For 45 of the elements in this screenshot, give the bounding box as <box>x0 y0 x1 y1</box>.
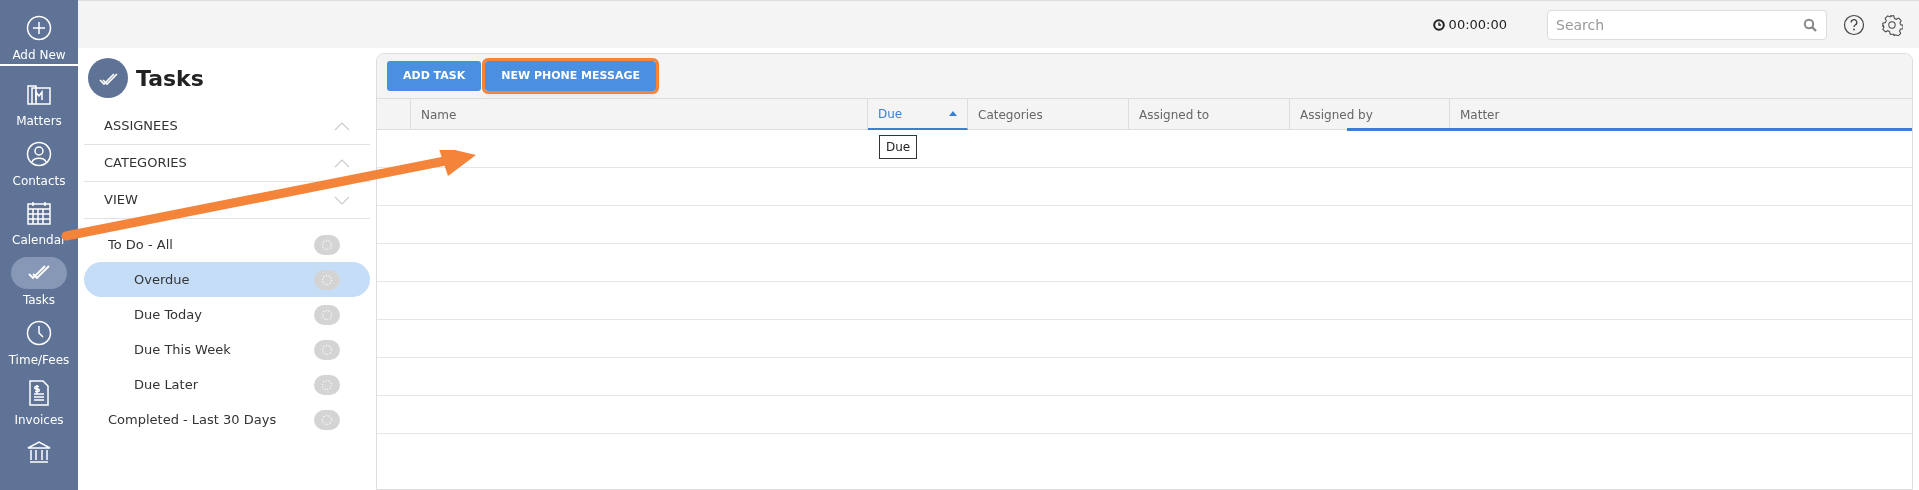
folder-icon <box>26 82 52 106</box>
bank-icon <box>26 440 52 465</box>
nav-item[interactable]: Matters <box>0 72 78 132</box>
column-header[interactable]: Due <box>868 99 968 130</box>
tooltip: Due <box>879 135 918 159</box>
section-header[interactable]: VIEW <box>104 190 138 210</box>
view-item[interactable]: Due Later <box>84 367 370 402</box>
clock-icon <box>26 319 52 346</box>
settings-icon[interactable] <box>1881 13 1903 36</box>
section-header[interactable]: ASSIGNEES <box>104 116 178 136</box>
page-title: Tasks <box>136 64 204 93</box>
calendar-icon <box>26 200 52 227</box>
column-header[interactable]: Name <box>411 99 868 130</box>
count-spinner <box>314 374 340 395</box>
sort-arrow-icon <box>949 111 957 116</box>
nav-item[interactable]: Time/Fees <box>0 310 78 371</box>
help-icon[interactable] <box>1843 13 1865 36</box>
nav-item[interactable]: Tasks <box>0 251 78 311</box>
view-item[interactable]: Due This Week <box>84 332 370 367</box>
count-spinner <box>314 409 340 430</box>
view-item[interactable]: Due Today <box>84 297 370 332</box>
person-icon <box>26 140 52 167</box>
nav-item[interactable]: Contacts <box>0 131 78 192</box>
column-header[interactable]: Matter <box>1450 99 1912 130</box>
column-header[interactable]: Categories <box>968 99 1129 130</box>
tasks-icon <box>88 58 128 98</box>
invoice-icon <box>28 379 50 406</box>
search-icon <box>1803 17 1817 32</box>
nav-item[interactable]: Invoices <box>0 370 78 431</box>
view-item[interactable]: Completed - Last 30 Days <box>84 402 370 437</box>
toolbar-button[interactable]: ADD TASK <box>387 61 482 91</box>
count-spinner <box>314 339 340 360</box>
section-header[interactable]: CATEGORIES <box>104 153 187 173</box>
search-field[interactable]: Search <box>1547 9 1827 40</box>
view-item[interactable]: Overdue <box>84 262 370 297</box>
count-spinner <box>314 269 340 290</box>
count-spinner <box>314 304 340 325</box>
column-header[interactable]: Assigned to <box>1129 99 1290 130</box>
count-spinner <box>314 234 340 255</box>
plus-icon <box>26 15 52 41</box>
view-item[interactable]: To Do - All <box>84 227 370 262</box>
clock-icon <box>1432 18 1445 31</box>
toolbar-button[interactable]: NEW PHONE MESSAGE <box>485 61 656 91</box>
timer: 00:00:00 <box>1448 15 1507 34</box>
nav-item[interactable]: Calendar <box>0 191 78 252</box>
